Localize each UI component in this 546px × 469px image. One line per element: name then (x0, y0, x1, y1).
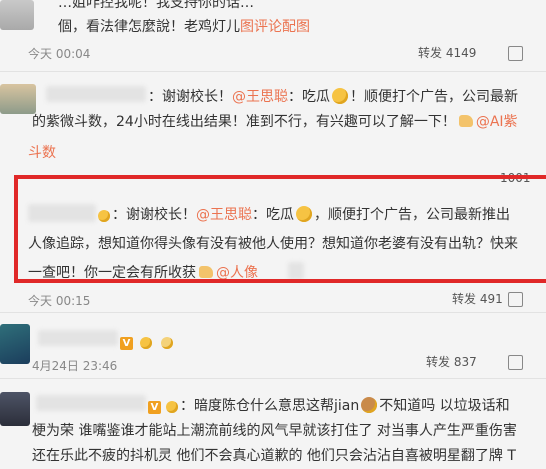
comment-text: …姐咋控我呢！我支持你的话… (58, 0, 254, 11)
emoji-icon (161, 337, 174, 349)
forward-count[interactable]: 转发 4149 (418, 44, 476, 61)
blurred-username (36, 395, 146, 411)
timestamp: 今天 00:04 (28, 47, 91, 61)
comment-text: 梗为荣 谁嘴鉴谁才能站上潮流前线的风气早就该打住了 对当事人产生严重伤害 (32, 423, 517, 439)
like-icon[interactable] (508, 290, 523, 309)
highlight-box (14, 175, 546, 283)
blurred-username (38, 330, 118, 346)
mention-link[interactable]: 斗数 (28, 142, 56, 162)
verified-badge: V (120, 337, 133, 350)
timestamp: 4月24日 23:46 (32, 359, 118, 373)
emoji-icon (332, 88, 348, 104)
mention-link[interactable]: @王思聪 (232, 89, 288, 105)
blurred-username (46, 86, 146, 102)
comment-text: ：谢谢校长！@王思聪：吃瓜 ！顺便打个广告，公司最新 (148, 88, 518, 105)
emoji-icon (166, 401, 178, 413)
emoji-icon (140, 337, 153, 349)
comment-text: 还在乐此不疲的抖机灵 他们不会真心道歉的 他们只会沾沾自喜被明星翻了牌 T (32, 448, 516, 464)
user-badges: V (120, 331, 175, 350)
like-icon[interactable] (508, 353, 523, 372)
avatar[interactable] (0, 84, 36, 114)
forward-count[interactable]: 转发 837 (426, 353, 477, 370)
emoji-icon (361, 397, 378, 413)
avatar[interactable] (0, 324, 30, 364)
comment-text: V ：暗度陈仓什么意思这帮jian 不知道吗 以垃圾话和 (148, 395, 510, 415)
verified-badge: V (148, 401, 161, 414)
avatar[interactable] (0, 0, 34, 30)
like-icon[interactable] (508, 44, 523, 63)
comment-text: 的紫微斗数，24小时在线出结果！准到不行，有兴趣可以了解一下！ @AI紫 (32, 114, 518, 130)
mention-link[interactable]: @AI紫 (476, 114, 518, 130)
pointing-hand-icon (458, 115, 473, 127)
image-comment-link[interactable]: 图评论配图 (240, 19, 310, 35)
avatar[interactable] (0, 392, 30, 426)
comment-text: 個，看法律怎麼說！老鸡灯儿图评论配图 (58, 19, 310, 35)
timestamp: 今天 00:15 (28, 294, 91, 308)
forward-count[interactable]: 转发 491 (452, 290, 503, 307)
